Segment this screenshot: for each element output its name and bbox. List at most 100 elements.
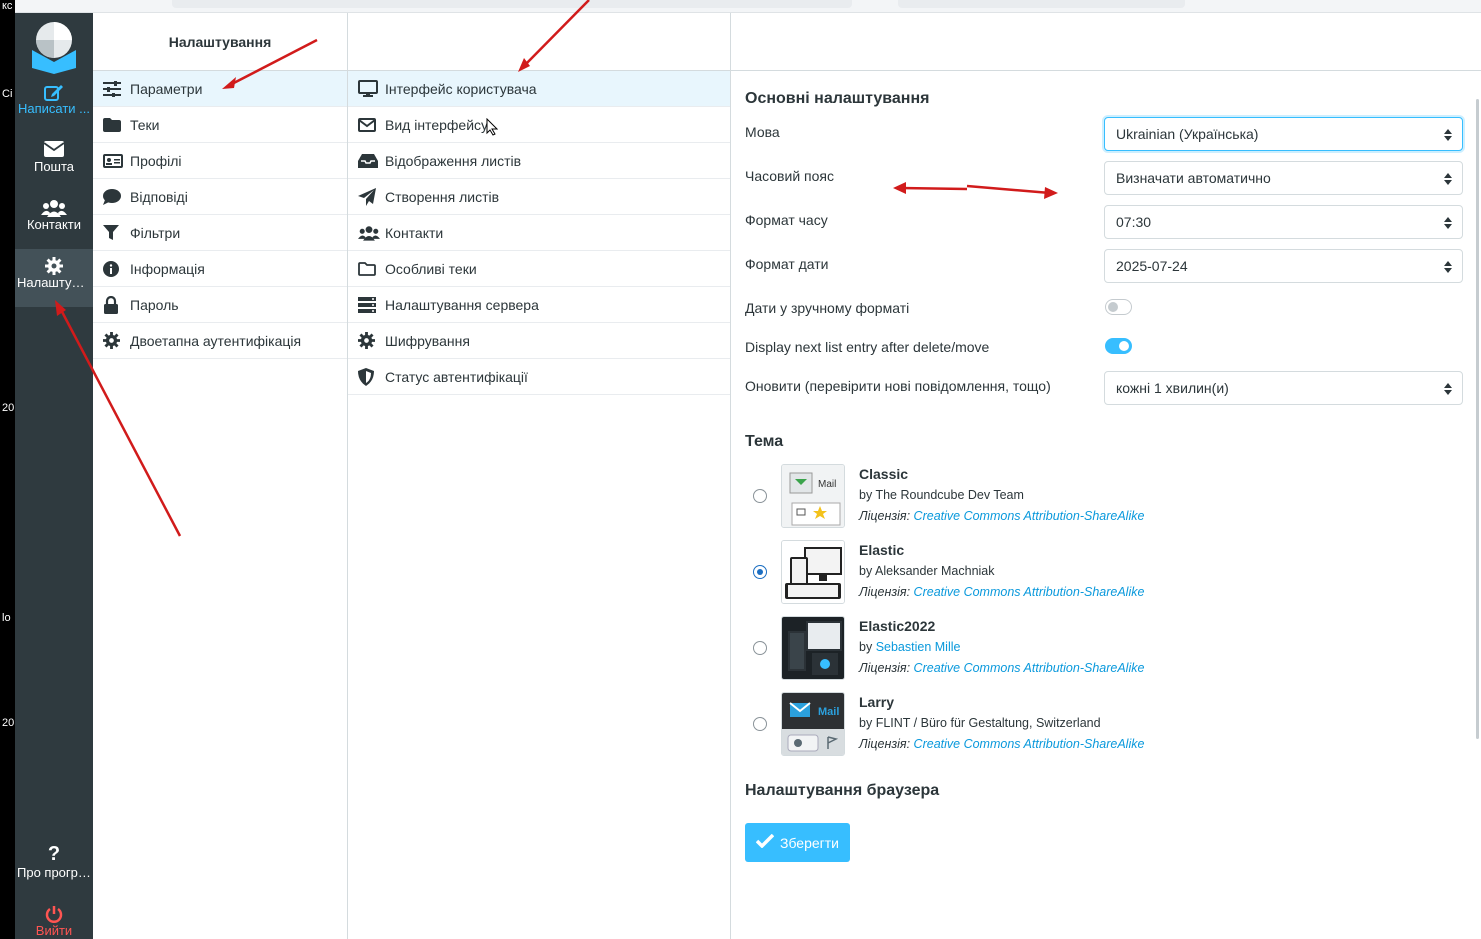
browser-search-bar[interactable] [898,0,1185,8]
sections-list-panel: Інтерфейс користувача Вид інтерфейсу Від… [348,13,731,939]
settings-item-label: Відповіді [130,188,188,205]
section-item-label: Статус автентифікації [385,368,528,385]
select-arrows-icon [1444,129,1452,141]
pretty-dates-toggle[interactable] [1105,299,1132,315]
browser-address-bar[interactable] [172,0,852,8]
theme-license-line: Ліцензія: Creative Commons Attribution-S… [859,661,1144,675]
language-label: Мова [745,124,780,140]
gear-icon [15,249,93,275]
rail-label: Налаштува... [17,275,93,290]
language-value: Ukrainian (Українська) [1116,126,1259,142]
theme-option-elastic2022: Elastic2022 by Sebastien Mille Ліцензія:… [745,616,1445,680]
timezone-label: Часовий пояс [745,168,834,184]
settings-item-preferences[interactable]: Параметри [93,71,347,107]
theme-by: by [859,716,873,730]
timezone-select[interactable]: Визначати автоматично [1104,161,1463,195]
theme-name: Elastic2022 [859,618,936,634]
section-item-label: Вид інтерфейсу [385,116,489,133]
section-item-encryption[interactable]: Шифрування [348,323,730,359]
theme-license-line: Ліцензія: Creative Commons Attribution-S… [859,585,1144,599]
paper-plane-icon [358,187,385,206]
display-next-label: Display next list entry after delete/mov… [745,339,990,355]
question-icon: ? [47,843,61,865]
gear-icon [103,332,130,349]
desktop-fragment: 20 [2,717,15,729]
refresh-value: кожні 1 хвилин(и) [1116,380,1229,396]
rail-compose[interactable]: Написати ... [15,75,93,133]
theme-author-link[interactable]: Sebastien Mille [876,640,961,654]
theme-author-line: by FLINT / Büro für Gestaltung, Switzerl… [859,716,1101,730]
time-format-select[interactable]: 07:30 [1104,205,1463,239]
settings-item-filters[interactable]: Фільтри [93,215,347,251]
theme-author: Aleksander Machniak [875,564,995,578]
theme-thumbnail-elastic [781,540,845,604]
select-arrows-icon [1444,383,1452,395]
license-prefix: Ліцензія: [859,661,911,675]
theme-name: Classic [859,466,909,482]
refresh-label: Оновити (перевірити нові повідомлення, т… [745,378,1051,394]
section-item-label: Інтерфейс користувача [385,80,537,97]
section-item-ui[interactable]: Інтерфейс користувача [348,71,730,107]
settings-item-folders[interactable]: Теки [93,107,347,143]
lock-icon [103,295,130,314]
settings-item-label: Теки [130,116,160,133]
save-button-label: Зберегти [779,834,839,851]
theme-author-line: by The Roundcube Dev Team [859,488,1024,502]
toggle-knob [1108,302,1118,312]
app-root: кс Сі 20 lo 20 Написати ... Пошта Контак… [0,0,1481,939]
theme-radio-classic[interactable] [753,489,767,503]
section-item-contacts[interactable]: Контакти [348,215,730,251]
license-link[interactable]: Creative Commons Attribution-ShareAlike [914,737,1145,751]
license-link[interactable]: Creative Commons Attribution-ShareAlike [914,509,1145,523]
theme-by: by [859,488,873,502]
section-item-compose[interactable]: Створення листів [348,179,730,215]
section-item-auth-status[interactable]: Статус автентифікації [348,359,730,395]
license-prefix: Ліцензія: [859,509,911,523]
content-scrollbar[interactable] [1476,99,1479,739]
settings-item-password[interactable]: Пароль [93,287,347,323]
rail-label: Пошта [33,159,75,174]
license-link[interactable]: Creative Commons Attribution-ShareAlike [914,585,1145,599]
theme-license-line: Ліцензія: Creative Commons Attribution-S… [859,509,1144,523]
theme-thumbnail-elastic2022 [781,616,845,680]
save-button[interactable]: Зберегти [745,823,850,862]
inbox-icon [358,153,385,168]
rail-about[interactable]: ? Про програ... [15,839,93,897]
settings-content: Основні налаштування Мова Ukrainian (Укр… [731,13,1481,939]
comment-icon [103,188,130,205]
rail-logout[interactable]: Вийти [15,897,93,939]
time-format-value: 07:30 [1116,214,1152,230]
settings-item-identities[interactable]: Профілі [93,143,347,179]
rail-contacts[interactable]: Контакти [15,191,93,249]
date-format-value: 2025-07-24 [1116,258,1188,274]
compose-icon [15,75,93,101]
refresh-select[interactable]: кожні 1 хвилин(и) [1104,371,1463,405]
settings-item-2fa[interactable]: Двоетапна аутентифікація [93,323,347,359]
display-next-toggle[interactable] [1105,338,1132,354]
desktop-fragment: кс [2,0,13,12]
license-link[interactable]: Creative Commons Attribution-ShareAlike [914,661,1145,675]
section-item-mailview[interactable]: Вид інтерфейсу [348,107,730,143]
theme-radio-elastic2022[interactable] [753,641,767,655]
date-format-select[interactable]: 2025-07-24 [1104,249,1463,283]
language-select[interactable]: Ukrainian (Українська) [1104,117,1463,151]
rail-label: Написати ... [17,101,91,116]
roundcube-logo[interactable] [26,18,82,74]
section-item-special-folders[interactable]: Особливі теки [348,251,730,287]
theme-author-line: by Sebastien Mille [859,640,960,654]
settings-item-about[interactable]: Інформація [93,251,347,287]
section-item-message-display[interactable]: Відображення листів [348,143,730,179]
rail-settings[interactable]: Налаштува... [15,249,93,307]
rail-mail[interactable]: Пошта [15,133,93,191]
filter-icon [103,224,130,241]
section-item-label: Контакти [385,224,444,241]
settings-panel-title: Налаштування [93,13,347,71]
section-title-browser: Налаштування браузера [745,782,940,799]
section-item-server[interactable]: Налаштування сервера [348,287,730,323]
settings-item-label: Параметри [130,80,203,97]
content-header [731,13,1481,71]
theme-radio-elastic[interactable] [753,565,767,579]
check-icon [755,833,775,851]
theme-radio-larry[interactable] [753,717,767,731]
settings-item-responses[interactable]: Відповіді [93,179,347,215]
